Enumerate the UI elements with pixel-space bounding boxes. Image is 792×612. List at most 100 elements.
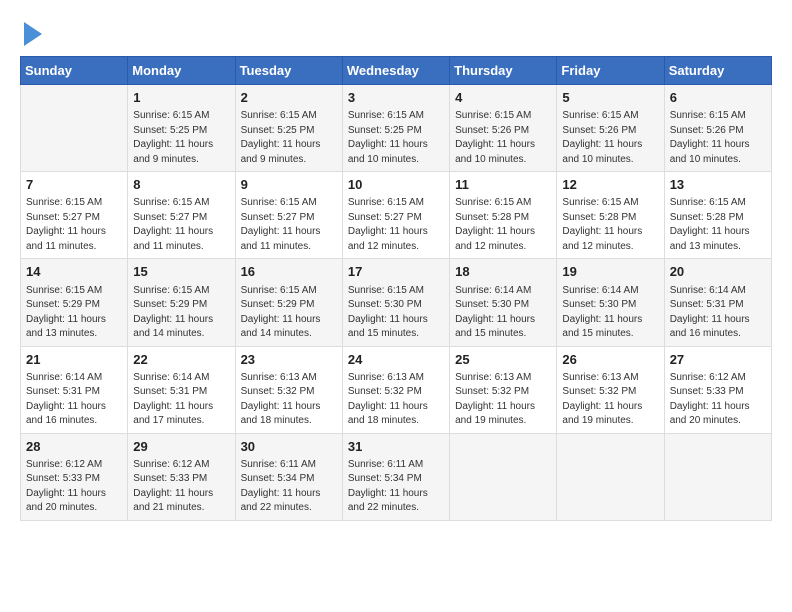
day-info: Sunrise: 6:12 AMSunset: 5:33 PMDaylight:… <box>670 371 766 429</box>
day-info: Sunrise: 6:15 AMSunset: 5:26 PMDaylight:… <box>455 109 551 167</box>
day-info: Sunrise: 6:13 AMSunset: 5:32 PMDaylight:… <box>348 371 444 429</box>
calendar-table: SundayMondayTuesdayWednesdayThursdayFrid… <box>20 56 772 521</box>
logo-arrow-icon <box>24 22 42 46</box>
day-number: 8 <box>133 176 229 194</box>
week-row-5: 28 Sunrise: 6:12 AMSunset: 5:33 PMDayligh… <box>21 433 772 520</box>
day-number: 19 <box>562 263 658 281</box>
weekday-header-friday: Friday <box>557 57 664 85</box>
day-info: Sunrise: 6:15 AMSunset: 5:28 PMDaylight:… <box>455 196 551 254</box>
day-info: Sunrise: 6:15 AMSunset: 5:30 PMDaylight:… <box>348 284 444 342</box>
calendar-cell <box>664 433 771 520</box>
day-number: 13 <box>670 176 766 194</box>
day-info: Sunrise: 6:15 AMSunset: 5:25 PMDaylight:… <box>348 109 444 167</box>
weekday-header-tuesday: Tuesday <box>235 57 342 85</box>
day-number: 21 <box>26 351 122 369</box>
day-number: 14 <box>26 263 122 281</box>
page-header <box>20 20 772 46</box>
calendar-cell: 15 Sunrise: 6:15 AMSunset: 5:29 PMDayligh… <box>128 259 235 346</box>
calendar-cell: 23 Sunrise: 6:13 AMSunset: 5:32 PMDayligh… <box>235 346 342 433</box>
calendar-cell <box>21 85 128 172</box>
calendar-cell: 25 Sunrise: 6:13 AMSunset: 5:32 PMDayligh… <box>450 346 557 433</box>
calendar-cell: 3 Sunrise: 6:15 AMSunset: 5:25 PMDaylight… <box>342 85 449 172</box>
calendar-cell: 20Sunrise: 6:14 AMSunset: 5:31 PMDayligh… <box>664 259 771 346</box>
calendar-cell: 21 Sunrise: 6:14 AMSunset: 5:31 PMDayligh… <box>21 346 128 433</box>
day-number: 17 <box>348 263 444 281</box>
calendar-cell: 29Sunrise: 6:12 AMSunset: 5:33 PMDayligh… <box>128 433 235 520</box>
calendar-cell <box>557 433 664 520</box>
weekday-header-monday: Monday <box>128 57 235 85</box>
calendar-cell <box>450 433 557 520</box>
calendar-cell: 5 Sunrise: 6:15 AMSunset: 5:26 PMDaylight… <box>557 85 664 172</box>
calendar-cell: 31 Sunrise: 6:11 AMSunset: 5:34 PMDayligh… <box>342 433 449 520</box>
day-info: Sunrise: 6:15 AMSunset: 5:27 PMDaylight:… <box>133 196 229 254</box>
day-info: Sunrise: 6:15 AMSunset: 5:27 PMDaylight:… <box>348 196 444 254</box>
calendar-cell: 27 Sunrise: 6:12 AMSunset: 5:33 PMDayligh… <box>664 346 771 433</box>
day-number: 20 <box>670 263 766 281</box>
day-info: Sunrise: 6:15 AMSunset: 5:29 PMDaylight:… <box>133 284 229 342</box>
week-row-2: 7 Sunrise: 6:15 AMSunset: 5:27 PMDaylight… <box>21 172 772 259</box>
day-number: 16 <box>241 263 337 281</box>
day-info: Sunrise: 6:11 AMSunset: 5:34 PMDaylight:… <box>348 458 444 516</box>
day-number: 27 <box>670 351 766 369</box>
calendar-cell: 19 Sunrise: 6:14 AMSunset: 5:30 PMDayligh… <box>557 259 664 346</box>
calendar-cell: 9 Sunrise: 6:15 AMSunset: 5:27 PMDaylight… <box>235 172 342 259</box>
logo <box>20 20 42 46</box>
weekday-header-thursday: Thursday <box>450 57 557 85</box>
day-info: Sunrise: 6:14 AMSunset: 5:30 PMDaylight:… <box>562 284 658 342</box>
day-info: Sunrise: 6:15 AMSunset: 5:28 PMDaylight:… <box>562 196 658 254</box>
calendar-cell: 6 Sunrise: 6:15 AMSunset: 5:26 PMDaylight… <box>664 85 771 172</box>
day-info: Sunrise: 6:15 AMSunset: 5:26 PMDaylight:… <box>670 109 766 167</box>
calendar-cell: 12Sunrise: 6:15 AMSunset: 5:28 PMDayligh… <box>557 172 664 259</box>
day-number: 28 <box>26 438 122 456</box>
day-info: Sunrise: 6:13 AMSunset: 5:32 PMDaylight:… <box>562 371 658 429</box>
day-info: Sunrise: 6:14 AMSunset: 5:31 PMDaylight:… <box>133 371 229 429</box>
calendar-cell: 11 Sunrise: 6:15 AMSunset: 5:28 PMDayligh… <box>450 172 557 259</box>
day-info: Sunrise: 6:15 AMSunset: 5:25 PMDaylight:… <box>241 109 337 167</box>
day-info: Sunrise: 6:13 AMSunset: 5:32 PMDaylight:… <box>455 371 551 429</box>
day-number: 6 <box>670 89 766 107</box>
calendar-cell: 30 Sunrise: 6:11 AMSunset: 5:34 PMDayligh… <box>235 433 342 520</box>
day-number: 22 <box>133 351 229 369</box>
day-info: Sunrise: 6:15 AMSunset: 5:25 PMDaylight:… <box>133 109 229 167</box>
calendar-cell: 22 Sunrise: 6:14 AMSunset: 5:31 PMDayligh… <box>128 346 235 433</box>
day-number: 18 <box>455 263 551 281</box>
day-number: 30 <box>241 438 337 456</box>
day-number: 15 <box>133 263 229 281</box>
calendar-cell: 26Sunrise: 6:13 AMSunset: 5:32 PMDayligh… <box>557 346 664 433</box>
day-number: 23 <box>241 351 337 369</box>
day-info: Sunrise: 6:15 AMSunset: 5:29 PMDaylight:… <box>241 284 337 342</box>
day-info: Sunrise: 6:13 AMSunset: 5:32 PMDaylight:… <box>241 371 337 429</box>
weekday-header-row: SundayMondayTuesdayWednesdayThursdayFrid… <box>21 57 772 85</box>
day-info: Sunrise: 6:15 AMSunset: 5:27 PMDaylight:… <box>241 196 337 254</box>
calendar-cell: 14 Sunrise: 6:15 AMSunset: 5:29 PMDayligh… <box>21 259 128 346</box>
day-number: 3 <box>348 89 444 107</box>
day-info: Sunrise: 6:14 AMSunset: 5:31 PMDaylight:… <box>26 371 122 429</box>
calendar-cell: 10Sunrise: 6:15 AMSunset: 5:27 PMDayligh… <box>342 172 449 259</box>
day-info: Sunrise: 6:14 AMSunset: 5:30 PMDaylight:… <box>455 284 551 342</box>
weekday-header-sunday: Sunday <box>21 57 128 85</box>
calendar-cell: 2 Sunrise: 6:15 AMSunset: 5:25 PMDaylight… <box>235 85 342 172</box>
calendar-cell: 17 Sunrise: 6:15 AMSunset: 5:30 PMDayligh… <box>342 259 449 346</box>
calendar-cell: 24Sunrise: 6:13 AMSunset: 5:32 PMDayligh… <box>342 346 449 433</box>
day-number: 9 <box>241 176 337 194</box>
weekday-header-wednesday: Wednesday <box>342 57 449 85</box>
week-row-3: 14 Sunrise: 6:15 AMSunset: 5:29 PMDayligh… <box>21 259 772 346</box>
day-info: Sunrise: 6:11 AMSunset: 5:34 PMDaylight:… <box>241 458 337 516</box>
day-number: 11 <box>455 176 551 194</box>
calendar-cell: 8 Sunrise: 6:15 AMSunset: 5:27 PMDaylight… <box>128 172 235 259</box>
calendar-cell: 1 Sunrise: 6:15 AMSunset: 5:25 PMDaylight… <box>128 85 235 172</box>
day-number: 1 <box>133 89 229 107</box>
day-info: Sunrise: 6:12 AMSunset: 5:33 PMDaylight:… <box>133 458 229 516</box>
weekday-header-saturday: Saturday <box>664 57 771 85</box>
day-number: 7 <box>26 176 122 194</box>
day-info: Sunrise: 6:15 AMSunset: 5:29 PMDaylight:… <box>26 284 122 342</box>
day-number: 25 <box>455 351 551 369</box>
calendar-cell: 13Sunrise: 6:15 AMSunset: 5:28 PMDayligh… <box>664 172 771 259</box>
calendar-cell: 7Sunrise: 6:15 AMSunset: 5:27 PMDaylight… <box>21 172 128 259</box>
day-number: 2 <box>241 89 337 107</box>
day-number: 4 <box>455 89 551 107</box>
day-number: 5 <box>562 89 658 107</box>
day-number: 31 <box>348 438 444 456</box>
day-info: Sunrise: 6:15 AMSunset: 5:26 PMDaylight:… <box>562 109 658 167</box>
calendar-cell: 4 Sunrise: 6:15 AMSunset: 5:26 PMDaylight… <box>450 85 557 172</box>
